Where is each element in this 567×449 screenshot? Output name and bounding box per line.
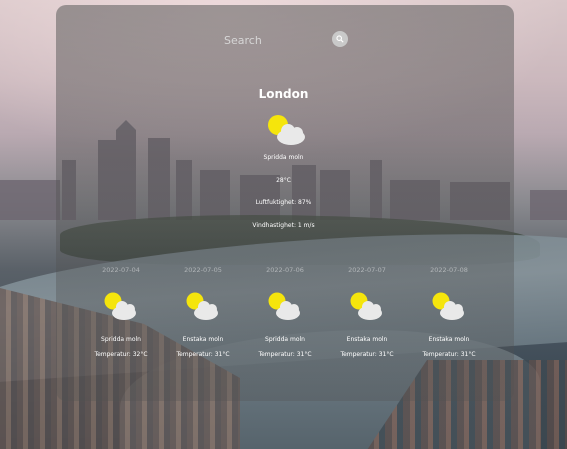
forecast-description: Enstaka moln <box>346 336 388 343</box>
search-button[interactable] <box>332 31 348 47</box>
forecast-day: 2022-07-07 Enstaka moln Temperatur: 31°C <box>326 266 408 358</box>
forecast-description: Spridda moln <box>101 336 141 343</box>
city-name: London <box>258 87 309 101</box>
forecast-temperature: Temperatur: 31°C <box>176 351 230 358</box>
current-wind: Vindhastighet: 1 m/s <box>252 222 315 229</box>
forecast-description: Enstaka moln <box>428 336 470 343</box>
partly-cloudy-icon <box>268 115 305 145</box>
partly-cloudy-icon <box>104 292 136 320</box>
forecast-date: 2022-07-07 <box>348 266 386 274</box>
forecast-description: Spridda moln <box>265 336 305 343</box>
forecast-temperature: Temperatur: 31°C <box>422 351 476 358</box>
forecast-temperature: Temperatur: 31°C <box>258 351 312 358</box>
current-humidity: Luftfuktighet: 87% <box>255 199 312 206</box>
forecast-temperature: Temperatur: 31°C <box>340 351 394 358</box>
partly-cloudy-icon <box>350 292 382 320</box>
forecast-day: 2022-07-05 Enstaka moln Temperatur: 31°C <box>162 266 244 358</box>
forecast-date: 2022-07-05 <box>184 266 222 274</box>
current-temperature: 28°C <box>276 177 291 184</box>
forecast-date: 2022-07-06 <box>266 266 304 274</box>
partly-cloudy-icon <box>186 292 218 320</box>
current-description: Spridda moln <box>263 154 304 161</box>
forecast-date: 2022-07-04 <box>102 266 140 274</box>
search-icon <box>336 35 344 43</box>
partly-cloudy-icon <box>268 292 300 320</box>
forecast-day: 2022-07-04 Spridda moln Temperatur: 32°C <box>80 266 162 358</box>
search-input[interactable] <box>222 30 326 50</box>
forecast-temperature: Temperatur: 32°C <box>94 351 148 358</box>
forecast-description: Enstaka moln <box>182 336 224 343</box>
partly-cloudy-icon <box>432 292 464 320</box>
forecast-date: 2022-07-08 <box>430 266 468 274</box>
forecast-list: 2022-07-04 Spridda moln Temperatur: 32°C… <box>80 266 490 366</box>
forecast-day: 2022-07-06 Spridda moln Temperatur: 31°C <box>244 266 326 358</box>
forecast-day: 2022-07-08 Enstaka moln Temperatur: 31°C <box>408 266 490 358</box>
